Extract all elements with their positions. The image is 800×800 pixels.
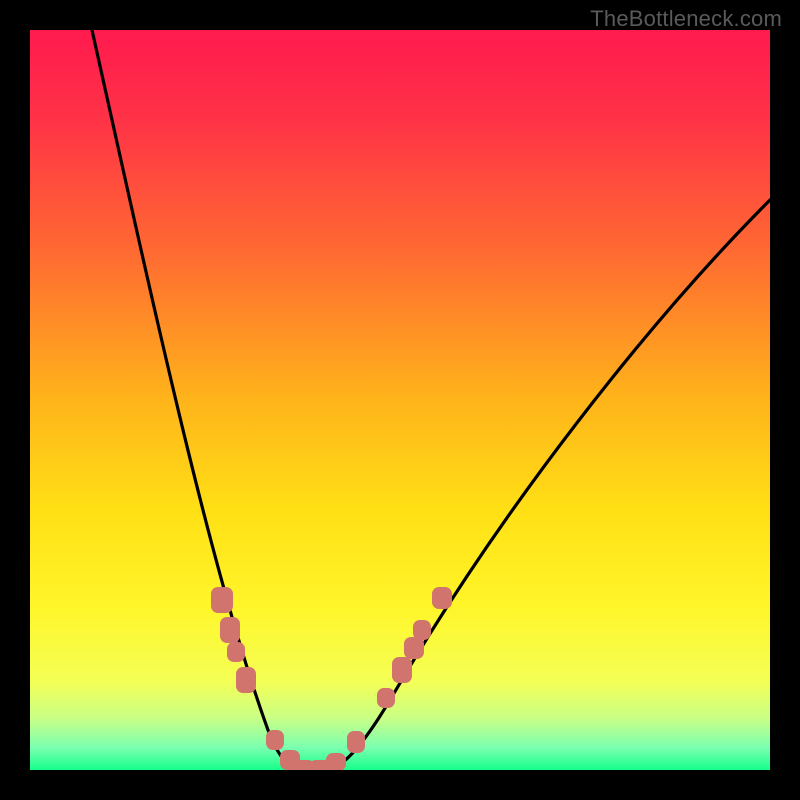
data-marker [432, 587, 452, 609]
data-marker [266, 730, 284, 750]
plot-area [30, 30, 770, 770]
chart-frame: TheBottleneck.com [0, 0, 800, 800]
data-marker [220, 617, 240, 643]
data-marker [377, 688, 395, 708]
data-marker [347, 731, 365, 753]
data-marker [404, 637, 424, 659]
marker-layer [30, 30, 770, 770]
watermark-text: TheBottleneck.com [590, 6, 782, 32]
data-marker [227, 642, 245, 662]
data-marker [413, 620, 431, 640]
data-marker [236, 667, 256, 693]
data-marker [392, 657, 412, 683]
data-marker [211, 587, 233, 613]
data-marker [326, 753, 346, 770]
